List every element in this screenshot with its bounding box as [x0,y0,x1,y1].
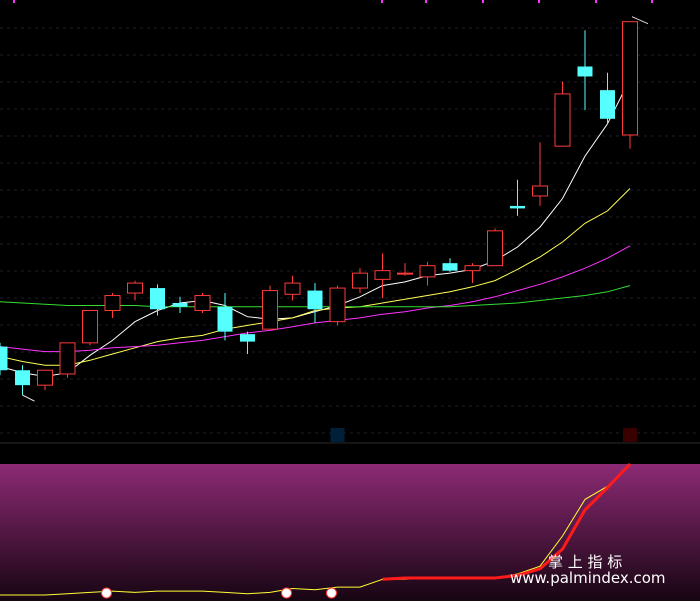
marker-box [330,428,345,442]
candle [622,21,638,149]
candle-body [464,265,481,272]
annotation-dot [326,587,337,599]
candle-body [487,230,503,267]
candle [487,228,503,267]
candle-body [397,272,413,275]
candle-body [0,346,8,371]
candle [194,293,211,313]
annotation-dot [101,587,112,599]
candle-body [554,93,571,147]
annotation-dot [281,587,292,599]
candle-body [419,265,436,278]
top-tick-mark [425,0,427,3]
candle [262,285,278,330]
top-tick-mark [381,0,383,3]
candle-body [307,290,323,310]
candle-body [127,282,143,294]
candle-body [172,303,188,307]
candle [82,309,98,346]
candle-body [622,21,638,136]
candle-body [104,295,121,311]
watermark-url: www.palmindex.com [510,569,666,587]
candle-body [510,205,525,209]
candle-body [150,288,165,310]
top-tick-mark [595,0,597,3]
top-tick-mark [651,0,653,3]
candle-body [37,369,53,386]
candle [329,285,346,326]
candle-body [262,290,278,330]
candle-body [374,270,391,280]
candle-body [600,90,615,119]
candle-body [577,66,593,77]
candle-body [240,334,255,342]
candle-body [194,295,211,311]
top-tick-mark [538,0,540,3]
candle-body [284,282,301,295]
top-tick-mark [13,0,15,3]
candle-body [352,272,368,289]
candle-body [217,306,233,332]
candle-body [82,309,98,344]
marker-box [623,428,637,442]
chart-canvas: 掌 上 指 标 www.palmindex.com [0,0,700,601]
candle-body [15,370,30,386]
candle-body [59,342,76,375]
candle [59,342,76,378]
candle-body [329,287,346,323]
candle-body [442,263,458,271]
candle-body [532,185,548,197]
top-tick-mark [482,0,484,3]
